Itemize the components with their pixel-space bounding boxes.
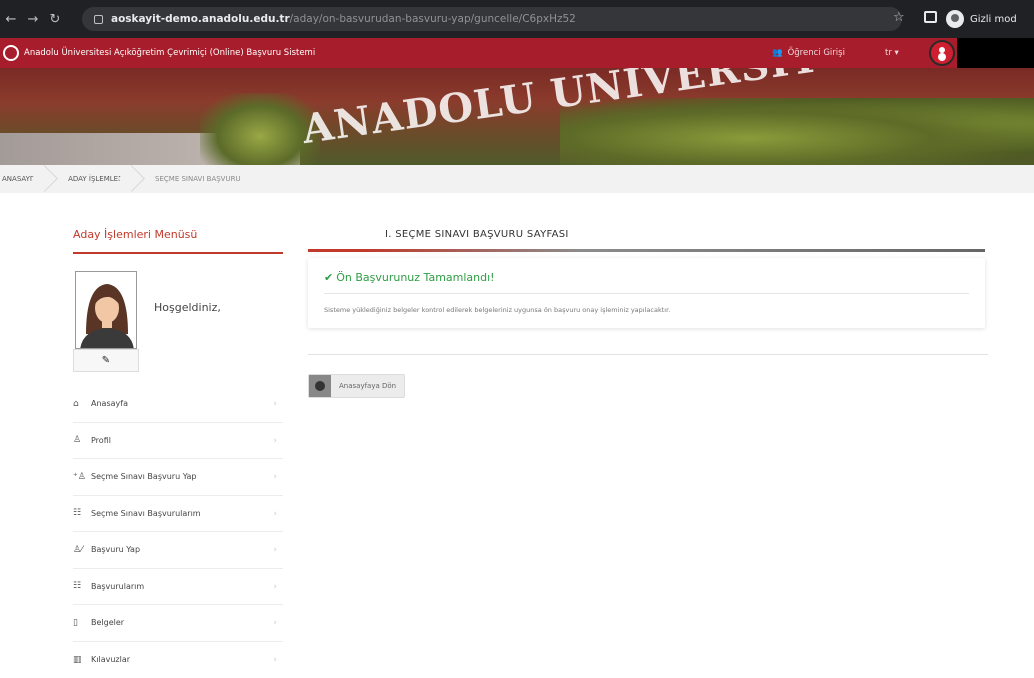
- user-edit-icon: ♙⁄: [73, 545, 91, 555]
- profile-photo: [75, 271, 137, 349]
- forward-arrow-icon[interactable]: →: [22, 12, 44, 27]
- redacted-username: [957, 38, 1034, 68]
- sidebar-item-secme-sinavi-basvuru-yap[interactable]: ⁺♙ Seçme Sınavı Başvuru Yap ›: [73, 459, 283, 496]
- chevron-right-icon: ›: [273, 472, 277, 482]
- alert-message: Sisteme yüklediğiniz belgeler kontrol ed…: [324, 306, 670, 314]
- user-avatar-button[interactable]: [929, 40, 955, 66]
- profile-label: Gizli mod: [970, 14, 1017, 25]
- sidebar-menu: ⌂ Anasayfa › ♙ Profil › ⁺♙ Seçme Sınavı …: [73, 386, 283, 678]
- sidebar-item-label: Anasayfa: [91, 399, 128, 408]
- sidebar-item-basvuru-yap[interactable]: ♙⁄ Başvuru Yap ›: [73, 532, 283, 569]
- sidebar-item-basvurularim[interactable]: ☷ Başvurularım ›: [73, 569, 283, 606]
- chevron-right-icon: ›: [273, 655, 277, 665]
- incognito-icon: [946, 10, 964, 28]
- student-login-link[interactable]: 👥 Öğrenci Girişi: [772, 48, 845, 58]
- breadcrumb-current: SEÇME SINAVI BAŞVURU: [147, 165, 263, 193]
- sidebar-item-label: Kılavuzlar: [91, 655, 130, 664]
- sidebar-item-label: Seçme Sınavı Başvurularım: [91, 509, 201, 518]
- sidebar-title-underline: [73, 252, 283, 254]
- reload-icon[interactable]: ↻: [44, 12, 66, 27]
- alert-title: ✔Ön Başvurunuz Tamamlandı!: [324, 271, 495, 284]
- page-title-underline: [308, 249, 985, 252]
- url-host: aoskayit-demo.anadolu.edu.tr: [111, 13, 290, 25]
- alert-divider: [324, 293, 969, 294]
- university-logo-icon[interactable]: [3, 45, 19, 61]
- sidebar-item-secme-sinavi-basvurularim[interactable]: ☷ Seçme Sınavı Başvurularım ›: [73, 496, 283, 533]
- content-divider: [308, 354, 988, 355]
- sidebar-item-anasayfa[interactable]: ⌂ Anasayfa ›: [73, 386, 283, 423]
- breadcrumb-aday-islemleri[interactable]: ADAY İŞLEMLERİ: [60, 165, 147, 193]
- incognito-profile[interactable]: Gizli mod: [946, 8, 1017, 30]
- chevron-right-icon: ›: [273, 436, 277, 446]
- sidebar-item-label: Başvuru Yap: [91, 545, 140, 554]
- list-icon: ☷: [73, 581, 91, 591]
- sidebar-item-label: Belgeler: [91, 618, 124, 627]
- home-icon: ⌂: [73, 399, 91, 409]
- arrow-circle-left-icon: [309, 375, 331, 397]
- alert-title-text: Ön Başvurunuz Tamamlandı!: [336, 271, 494, 284]
- address-bar[interactable]: aoskayit-demo.anadolu.edu.tr /aday/on-ba…: [82, 7, 902, 31]
- welcome-text: Hoşgeldiniz,: [154, 301, 221, 314]
- pencil-icon: ✎: [102, 355, 110, 366]
- avatar-illustration-icon: [76, 272, 137, 349]
- users-icon: 👥: [772, 48, 783, 58]
- language-select[interactable]: tr ▾: [885, 48, 899, 58]
- list-icon: ☷: [73, 508, 91, 518]
- student-login-label: Öğrenci Girişi: [788, 48, 845, 58]
- breadcrumb-home[interactable]: ANASAYFA: [0, 165, 60, 193]
- success-alert: ✔Ön Başvurunuz Tamamlandı! Sisteme yükle…: [308, 258, 985, 328]
- book-icon: ▥: [73, 655, 91, 665]
- back-arrow-icon[interactable]: ←: [0, 12, 22, 27]
- document-icon: ▯: [73, 618, 91, 628]
- chevron-right-icon: ›: [273, 509, 277, 519]
- chevron-right-icon: ›: [273, 545, 277, 555]
- banner-trees-right: [560, 98, 1034, 165]
- campus-banner: ANADOLU UNIVERSIT: [0, 68, 1034, 165]
- lock-icon: [94, 15, 103, 24]
- page-title: I. SEÇME SINAVI BAŞVURU SAYFASI: [385, 229, 569, 240]
- sidebar-title: Aday İşlemleri Menüsü: [73, 228, 197, 241]
- back-to-home-button[interactable]: Anasayfaya Dön: [308, 374, 405, 398]
- chevron-right-icon: ›: [273, 582, 277, 592]
- sidebar-item-profil[interactable]: ♙ Profil ›: [73, 423, 283, 460]
- sidebar-item-belgeler[interactable]: ▯ Belgeler ›: [73, 605, 283, 642]
- chevron-right-icon: ›: [273, 399, 277, 409]
- site-header: Anadolu Üniversitesi Açıköğretim Çevrimi…: [0, 38, 1034, 68]
- site-title[interactable]: Anadolu Üniversitesi Açıköğretim Çevrimi…: [24, 48, 315, 58]
- sidebar-item-label: Başvurularım: [91, 582, 144, 591]
- sidebar-item-label: Profil: [91, 436, 111, 445]
- back-button-label: Anasayfaya Dön: [339, 382, 396, 390]
- checkmark-icon: ✔: [324, 271, 333, 284]
- breadcrumb: ANASAYFA ADAY İŞLEMLERİ SEÇME SINAVI BAŞ…: [0, 165, 1034, 193]
- user-icon: ♙: [73, 435, 91, 445]
- edit-photo-button[interactable]: ✎: [73, 349, 139, 372]
- bookmark-star-icon[interactable]: ☆: [893, 10, 905, 25]
- sidebar-item-label: Seçme Sınavı Başvuru Yap: [91, 472, 196, 481]
- chevron-right-icon: ›: [273, 618, 277, 628]
- url-path: /aday/on-basvurudan-basvuru-yap/guncelle…: [290, 13, 576, 25]
- user-plus-icon: ⁺♙: [73, 472, 91, 482]
- side-panel-icon[interactable]: [924, 11, 937, 23]
